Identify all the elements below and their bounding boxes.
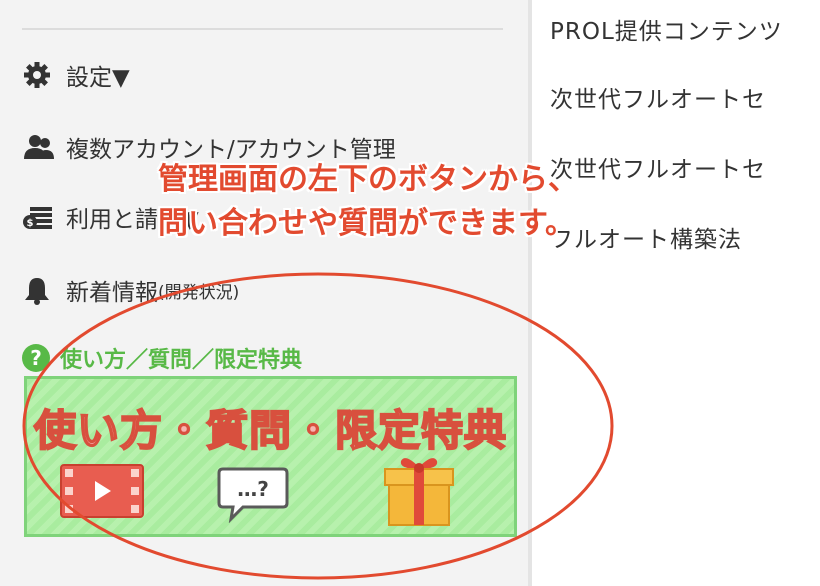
content-item[interactable]: PROL提供コンテンツ [550, 12, 783, 46]
gift-box-icon [379, 451, 459, 531]
help-banner[interactable]: 使い方・質問・限定特典 …? [24, 376, 517, 537]
banner-title: 使い方・質問・限定特典 [33, 405, 507, 456]
sidebar-item-settings[interactable]: 設定▼ [22, 58, 130, 92]
annotation-line-1: 管理画面の左下のボタンから、 [158, 162, 578, 197]
help-link[interactable]: ? 使い方／質問／限定特典 [22, 342, 302, 374]
svg-text:$: $ [27, 218, 34, 229]
users-icon [22, 132, 56, 162]
sidebar-item-label: 設定▼ [66, 65, 130, 91]
annotation-line-2: 問い合わせや質問ができます。 [158, 206, 575, 241]
content-item[interactable]: 次世代フルオートセ [550, 150, 766, 184]
gear-icon [22, 60, 56, 90]
content-item[interactable]: フルオート構築法 [550, 220, 742, 254]
content-panel: PROL提供コンテンツ 次世代フルオートセ 次世代フルオートセ フルオート構築法 [532, 0, 820, 586]
chat-bubble-text: …? [237, 477, 269, 501]
help-link-label: 使い方／質問／限定特典 [60, 348, 303, 373]
sidebar-item-news[interactable]: 新着情報 (開発状況) [22, 273, 239, 307]
sidebar-item-label: 新着情報 [66, 280, 158, 306]
sidebar-divider [22, 28, 503, 30]
question-circle-icon: ? [22, 344, 50, 372]
sidebar: 設定▼ 複数アカウント/アカウント管理 $ 利用と請求▼ 新着情報 (開発状況)… [0, 0, 528, 586]
content-item[interactable]: 次世代フルオートセ [550, 80, 766, 114]
billing-icon: $ [22, 202, 56, 232]
chat-bubble-icon: …? [217, 465, 289, 527]
bell-icon [22, 275, 56, 305]
video-play-icon [59, 463, 145, 523]
sidebar-item-sublabel: (開発状況) [158, 282, 240, 303]
